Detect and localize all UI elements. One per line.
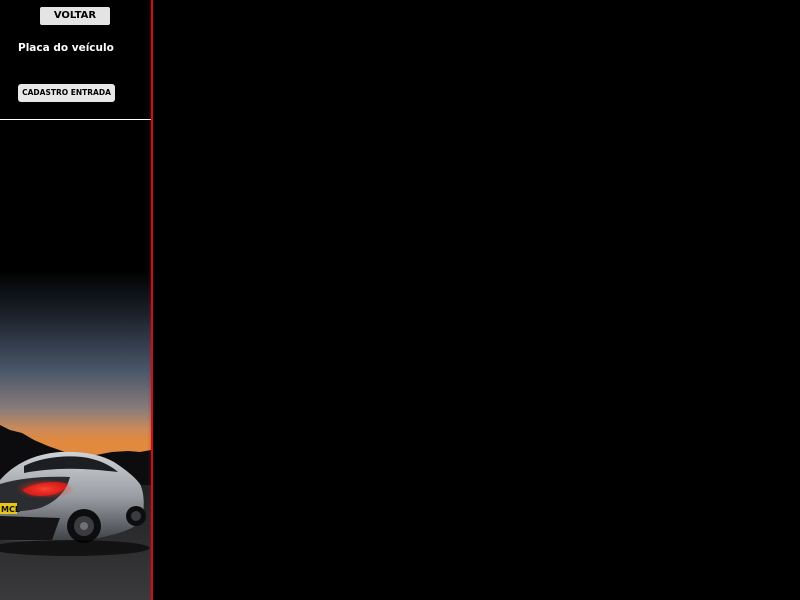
register-entry-button[interactable]: CADASTRO ENTRADA [18, 84, 115, 102]
car-image: MCL [0, 270, 151, 600]
back-button[interactable]: VOLTAR [40, 7, 110, 25]
app-window: VOLTAR Placa do veículo CADASTRO ENTRADA [0, 0, 800, 600]
sidebar-divider [0, 119, 151, 120]
license-plate-text: MCL [1, 505, 20, 514]
plate-label: Placa do veículo [18, 42, 114, 54]
sidebar: VOLTAR Placa do veículo CADASTRO ENTRADA [0, 0, 151, 600]
main-content [153, 0, 800, 600]
